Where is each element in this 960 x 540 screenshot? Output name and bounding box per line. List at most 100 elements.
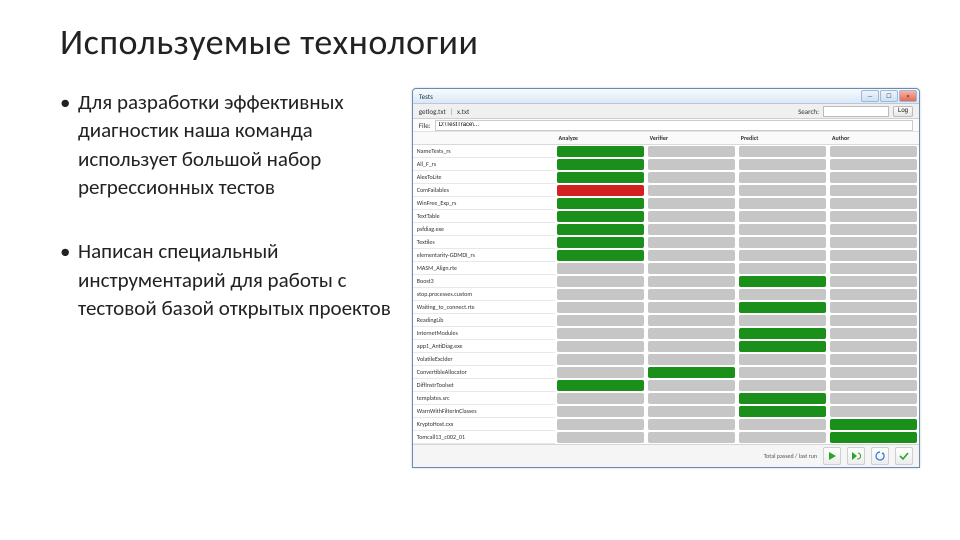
table-row[interactable]: KryptoHost.cxx <box>413 418 919 431</box>
status-cell <box>557 211 644 222</box>
status-cell <box>557 354 644 365</box>
test-name: NameTests_rs <box>413 145 555 158</box>
window-footer: Total passed / last run <box>413 444 919 467</box>
table-row[interactable]: WarnWithFilterInClasses <box>413 405 919 418</box>
test-name: AlexToLite <box>413 171 555 184</box>
table-row[interactable]: ReadingLib <box>413 314 919 327</box>
status-cell <box>830 289 917 300</box>
status-cell <box>648 380 735 391</box>
test-runner-window: Tests — ☐ × getlog.txt | x.txt Search: L… <box>412 88 920 468</box>
test-name: DiffInstrToolset <box>413 379 555 392</box>
status-cell <box>648 315 735 326</box>
table-row[interactable]: TextTable <box>413 210 919 223</box>
bullet-item: Для разработки эффективных диагностик на… <box>60 88 412 201</box>
toolbar-item-a[interactable]: getlog.txt <box>419 107 446 116</box>
column-header[interactable]: Author <box>828 132 919 145</box>
check-icon <box>899 451 909 461</box>
status-cell <box>830 159 917 170</box>
status-cell <box>739 185 826 196</box>
status-cell <box>739 224 826 235</box>
status-cell <box>557 406 644 417</box>
test-name: Boost3 <box>413 275 555 288</box>
table-row[interactable]: MASM_Align.rte <box>413 262 919 275</box>
table-row[interactable]: DiffInstrToolset <box>413 379 919 392</box>
column-header[interactable]: Analyze <box>555 132 646 145</box>
status-cell <box>557 198 644 209</box>
status-cell <box>830 250 917 261</box>
window-titlebar[interactable]: Tests — ☐ × <box>413 89 919 104</box>
status-cell <box>557 328 644 339</box>
table-row[interactable]: NameTests_rs <box>413 145 919 159</box>
status-cell <box>739 289 826 300</box>
status-cell <box>648 276 735 287</box>
status-cell <box>557 172 644 183</box>
test-name: elementarity-GDMDI_rs <box>413 249 555 262</box>
status-cell <box>648 172 735 183</box>
status-cell <box>557 432 644 443</box>
status-cell <box>739 198 826 209</box>
window-title: Tests <box>419 92 433 101</box>
slide-title: Используемые технологии <box>60 20 920 64</box>
status-cell <box>830 237 917 248</box>
table-row[interactable]: Waiting_to_connect.rte <box>413 301 919 314</box>
toolbar-item-b[interactable]: x.txt <box>457 107 469 116</box>
status-cell <box>557 237 644 248</box>
column-header[interactable] <box>413 132 555 145</box>
table-row[interactable]: Textiles <box>413 236 919 249</box>
log-button[interactable]: Log <box>893 106 913 117</box>
test-name: MASM_Align.rte <box>413 262 555 275</box>
play-reload-icon <box>851 451 861 461</box>
test-name: KryptoHost.cxx <box>413 418 555 431</box>
play-icon <box>827 451 837 461</box>
table-row[interactable]: InternetModules <box>413 327 919 340</box>
status-cell <box>739 432 826 443</box>
table-row[interactable]: ConvertibleAllocator <box>413 366 919 379</box>
status-cell <box>557 393 644 404</box>
table-row[interactable]: stop.processes.custom <box>413 288 919 301</box>
path-input[interactable] <box>435 120 913 131</box>
column-header[interactable]: Predict <box>737 132 828 145</box>
table-row[interactable]: elementarity-GDMDI_rs <box>413 249 919 262</box>
status-cell <box>739 237 826 248</box>
status-cell <box>830 393 917 404</box>
test-name: app1_AntiDiag.exe <box>413 340 555 353</box>
table-row[interactable]: ComFailables <box>413 184 919 197</box>
status-cell <box>739 354 826 365</box>
table-row[interactable]: templates.src <box>413 392 919 405</box>
test-name: Tomcall13_c002_01 <box>413 431 555 444</box>
status-cell <box>557 159 644 170</box>
status-cell <box>830 146 917 157</box>
rerun-button[interactable] <box>847 447 865 465</box>
status-cell <box>648 302 735 313</box>
refresh-icon <box>875 451 885 461</box>
refresh-button[interactable] <box>871 447 889 465</box>
status-cell <box>557 302 644 313</box>
status-cell <box>648 367 735 378</box>
status-cell <box>830 302 917 313</box>
table-row[interactable]: AlexToLite <box>413 171 919 184</box>
status-cell <box>557 380 644 391</box>
confirm-button[interactable] <box>895 447 913 465</box>
table-row[interactable]: VolatileExclder <box>413 353 919 366</box>
table-row[interactable]: WinFree_Exp_rs <box>413 197 919 210</box>
table-row[interactable]: Boost3 <box>413 275 919 288</box>
maximize-button[interactable]: ☐ <box>880 90 898 102</box>
table-row[interactable]: app1_AntiDiag.exe <box>413 340 919 353</box>
status-cell <box>648 354 735 365</box>
table-row[interactable]: psfdiag.exe <box>413 223 919 236</box>
status-cell <box>648 289 735 300</box>
table-row[interactable]: All_F_rs <box>413 158 919 171</box>
status-cell <box>557 419 644 430</box>
column-header[interactable]: Verifier <box>646 132 737 145</box>
status-cell <box>557 367 644 378</box>
run-button[interactable] <box>823 447 841 465</box>
status-cell <box>739 367 826 378</box>
status-cell <box>739 263 826 274</box>
minimize-button[interactable]: — <box>861 90 879 102</box>
status-cell <box>830 224 917 235</box>
status-cell <box>739 419 826 430</box>
search-input[interactable] <box>823 106 889 117</box>
table-row[interactable]: Tomcall13_c002_01 <box>413 431 919 444</box>
close-button[interactable]: × <box>899 90 917 102</box>
search-label: Search: <box>798 107 819 116</box>
